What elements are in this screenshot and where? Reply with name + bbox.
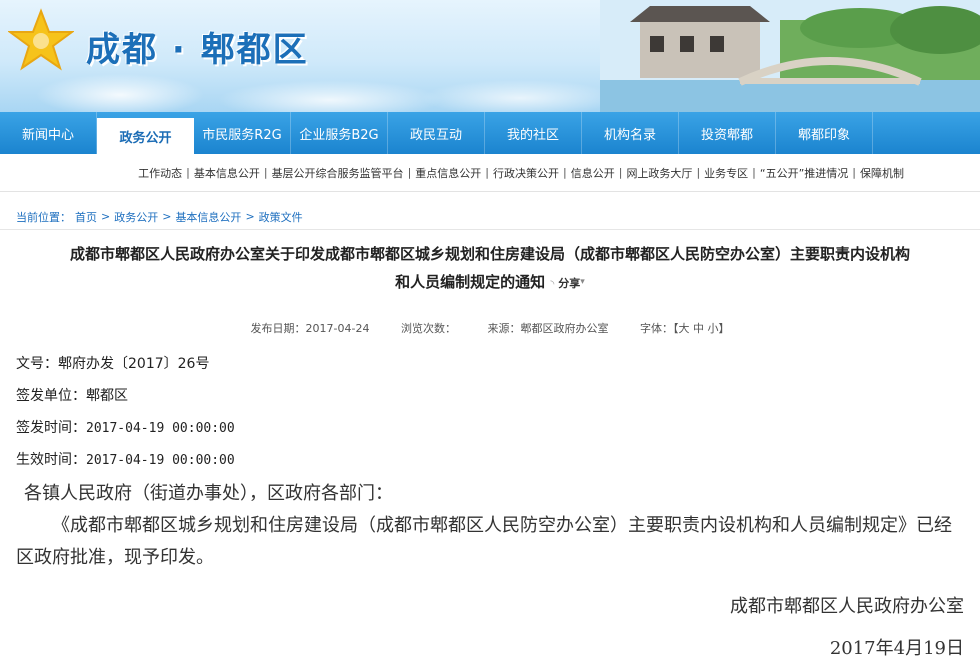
field-issuer: 签发单位：郫都区 xyxy=(16,382,235,414)
subnav-item[interactable]: 基层公开综合服务监管平台 xyxy=(268,165,408,181)
subnav-item[interactable]: 业务专区 xyxy=(700,165,752,181)
nav-item-government-affairs[interactable]: 政务公开 xyxy=(97,118,194,154)
breadcrumb-home[interactable]: 首页 xyxy=(75,209,97,225)
logo-star-icon xyxy=(8,8,74,71)
field-effective-time: 生效时间：2017-04-19 00:00:00 xyxy=(16,446,235,478)
scenery-image xyxy=(600,0,980,112)
nav-item-impression[interactable]: 郫都印象 xyxy=(776,112,873,154)
breadcrumb-basic-info[interactable]: 基本信息公开 xyxy=(175,209,241,225)
chevron-down-icon[interactable]: ▾ xyxy=(580,277,585,287)
breadcrumb-separator: > xyxy=(162,210,172,223)
breadcrumb-separator: > xyxy=(101,210,111,223)
subnav-item[interactable]: 基本信息公开 xyxy=(190,165,264,181)
nav-item-my-community[interactable]: 我的社区 xyxy=(485,112,582,154)
subnav-item[interactable]: 工作动态 xyxy=(134,165,186,181)
field-label: 文号： xyxy=(16,356,58,372)
breadcrumb-policy-docs[interactable]: 政策文件 xyxy=(259,209,303,225)
title-line-2: 和人员编制规定的通知 ◝ 分享▾ xyxy=(0,268,980,299)
site-title[interactable]: 成都 · 郫都区 xyxy=(86,22,309,71)
subnav-item[interactable]: 保障机制 xyxy=(856,165,908,181)
page-title: 成都市郫都区人民政府办公室关于印发成都市郫都区城乡规划和住房建设局（成都市郫都区… xyxy=(0,240,980,299)
breadcrumb-government-affairs[interactable]: 政务公开 xyxy=(114,209,158,225)
share-icon[interactable]: ◝ xyxy=(550,279,554,290)
subnav-item[interactable]: “五公开”推进情况 xyxy=(756,165,852,181)
breadcrumb-prefix: 当前位置： xyxy=(16,210,71,224)
article-body: 各镇人民政府（街道办事处），区政府各部门： 《成都市郫都区城乡规划和住房建设局（… xyxy=(16,478,966,574)
sign-date: 2017年4月19日 xyxy=(829,638,964,659)
share-button[interactable]: 分享 xyxy=(558,277,580,290)
subnav-item[interactable]: 重点信息公开 xyxy=(411,165,485,181)
article-meta: 发布日期：2017-04-24 浏览次数： 来源：郫都区政府办公室 字体：【大 … xyxy=(0,320,980,336)
view-count: 浏览次数： xyxy=(400,322,456,335)
body-paragraph: 《成都市郫都区城乡规划和住房建设局（成都市郫都区人民防空办公室）主要职责内设机构… xyxy=(16,515,952,568)
subnav-item[interactable]: 信息公开 xyxy=(567,165,619,181)
font-size-control[interactable]: 字体：【大 中 小】 xyxy=(640,322,730,335)
field-value: 2017-04-19 00:00:00 xyxy=(86,421,235,436)
breadcrumb-separator: > xyxy=(245,210,255,223)
main-nav: 新闻中心 政务公开 市民服务R2G 企业服务B2G 政民互动 我的社区 机构名录… xyxy=(0,112,980,154)
article-source: 来源：郫都区政府办公室 xyxy=(487,322,609,335)
field-value: 2017-04-19 00:00:00 xyxy=(86,453,235,468)
field-label: 签发时间： xyxy=(16,420,86,436)
document-fields: 文号：郫府办发〔2017〕26号 签发单位：郫都区 签发时间：2017-04-1… xyxy=(16,350,235,478)
sub-nav: 工作动态 | 基本信息公开 | 基层公开综合服务监管平台 | 重点信息公开 | 行政决策… xyxy=(0,154,980,192)
nav-item-news[interactable]: 新闻中心 xyxy=(0,112,97,154)
nav-item-directory[interactable]: 机构名录 xyxy=(582,112,679,154)
field-label: 生效时间： xyxy=(16,452,86,468)
field-value: 郫府办发〔2017〕26号 xyxy=(58,356,210,372)
title-line-1: 成都市郫都区人民政府办公室关于印发成都市郫都区城乡规划和住房建设局（成都市郫都区… xyxy=(69,245,910,263)
signer: 成都市郫都区人民政府办公室 xyxy=(730,596,964,617)
breadcrumb: 当前位置： 首页 > 政务公开 > 基本信息公开 > 政策文件 xyxy=(0,204,980,230)
nav-item-citizen-services[interactable]: 市民服务R2G xyxy=(194,112,291,154)
subnav-item[interactable]: 网上政务大厅 xyxy=(622,165,696,181)
title-line-2-text: 和人员编制规定的通知 xyxy=(395,273,546,291)
nav-item-interaction[interactable]: 政民互动 xyxy=(388,112,485,154)
field-label: 签发单位： xyxy=(16,388,86,404)
nav-item-business-services[interactable]: 企业服务B2G xyxy=(291,112,388,154)
greeting: 各镇人民政府（街道办事处），区政府各部门： xyxy=(24,483,393,504)
nav-item-invest[interactable]: 投资郫都 xyxy=(679,112,776,154)
field-value: 郫都区 xyxy=(86,388,128,404)
publish-date: 发布日期：2017-04-24 xyxy=(250,322,370,335)
subnav-item[interactable]: 行政决策公开 xyxy=(489,165,563,181)
field-issue-time: 签发时间：2017-04-19 00:00:00 xyxy=(16,414,235,446)
header-banner: 成都 · 郫都区 xyxy=(0,0,980,112)
field-doc-number: 文号：郫府办发〔2017〕26号 xyxy=(16,350,235,382)
